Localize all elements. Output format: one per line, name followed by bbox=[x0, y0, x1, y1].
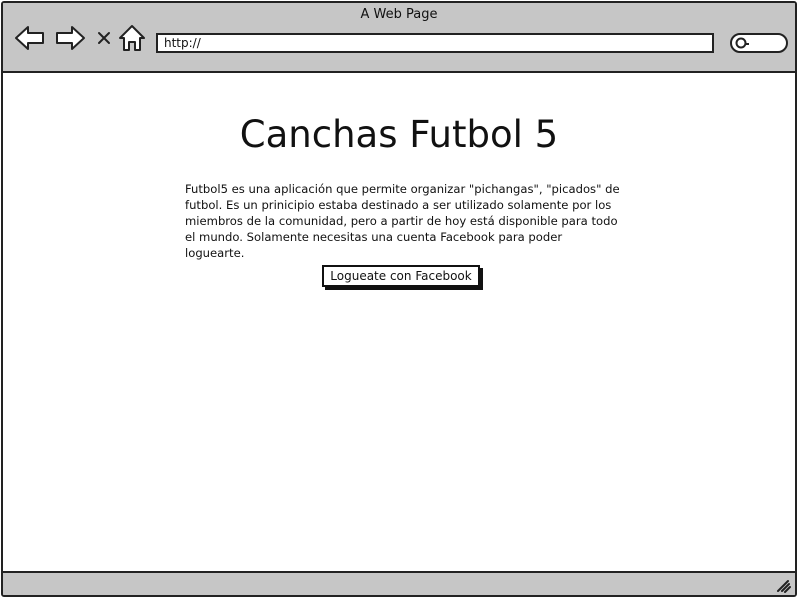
home-icon[interactable] bbox=[117, 23, 147, 53]
browser-toolbar: A Web Page http:// bbox=[3, 3, 795, 73]
status-bar bbox=[3, 571, 795, 595]
search-icon bbox=[735, 37, 749, 49]
search-button[interactable] bbox=[730, 33, 788, 53]
facebook-login-button[interactable]: Logueate con Facebook bbox=[322, 265, 480, 287]
window-title: A Web Page bbox=[360, 7, 438, 22]
resize-grip-icon[interactable] bbox=[775, 577, 791, 593]
back-arrow-icon[interactable] bbox=[13, 23, 47, 53]
page-content: Canchas Futbol 5 Futbol5 es una aplicaci… bbox=[3, 73, 795, 575]
close-x-icon[interactable] bbox=[91, 23, 117, 53]
page-title: Canchas Futbol 5 bbox=[239, 113, 559, 156]
app-description: Futbol5 es una aplicación que permite or… bbox=[185, 182, 620, 260]
browser-window: A Web Page http:// Canchas Futbol 5 Futb… bbox=[1, 1, 797, 597]
url-input[interactable]: http:// bbox=[156, 33, 714, 53]
forward-arrow-icon[interactable] bbox=[53, 23, 87, 53]
